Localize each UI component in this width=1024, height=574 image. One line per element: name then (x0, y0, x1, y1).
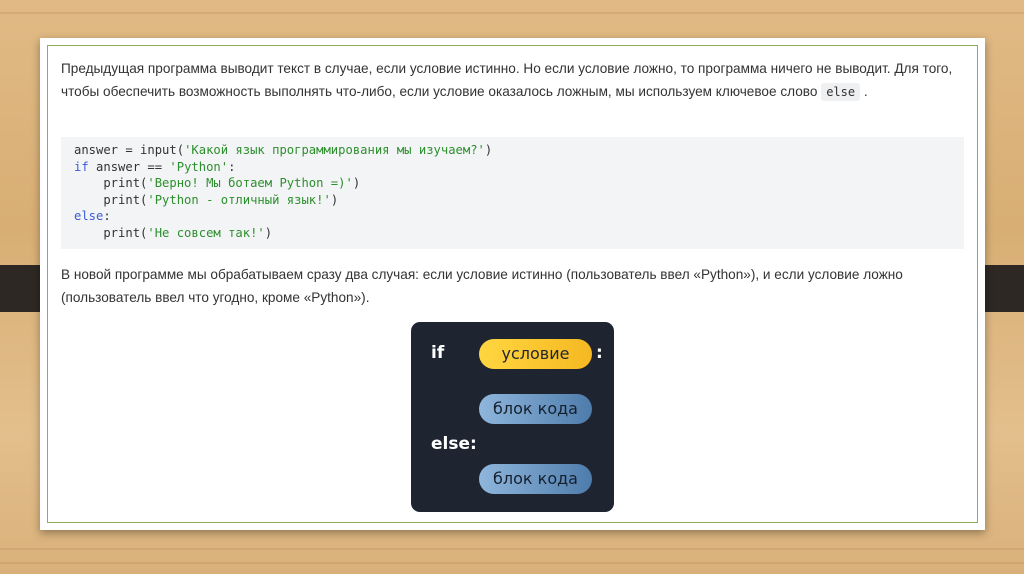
explanation-paragraph: В новой программе мы обрабатываем сразу … (61, 267, 903, 305)
code-listing: answer = input('Какой язык программирова… (61, 137, 964, 247)
else-label: else: (431, 434, 477, 454)
code-line-5: else: (74, 209, 111, 224)
code-line-3: print('Верно! Мы ботаем Python =)') (74, 176, 361, 191)
intro-text: Предыдущая программа выводит текст в слу… (61, 61, 953, 99)
code-block-pill-else: блок кода (479, 464, 592, 494)
code-block: answer = input('Какой язык программирова… (61, 137, 964, 249)
code-line-2: if answer == 'Python': (74, 159, 236, 174)
intro-paragraph: Предыдущая программа выводит текст в слу… (61, 57, 966, 104)
slide: Предыдущая программа выводит текст в слу… (40, 38, 985, 530)
condition-pill: условие (479, 339, 592, 369)
else-inline-code: else (821, 83, 861, 101)
code-line-1: answer = input('Какой язык программирова… (74, 143, 493, 157)
intro-text-end: . (860, 84, 868, 99)
colon-label: : (596, 343, 603, 363)
if-label: if (431, 343, 445, 363)
if-else-diagram: if условие : блок кода else: блок кода (411, 322, 614, 512)
code-line-6: print('Не совсем так!') (74, 225, 273, 240)
code-block-pill-if: блок кода (479, 394, 592, 424)
code-line-4: print('Python - отличный язык!') (74, 192, 339, 207)
